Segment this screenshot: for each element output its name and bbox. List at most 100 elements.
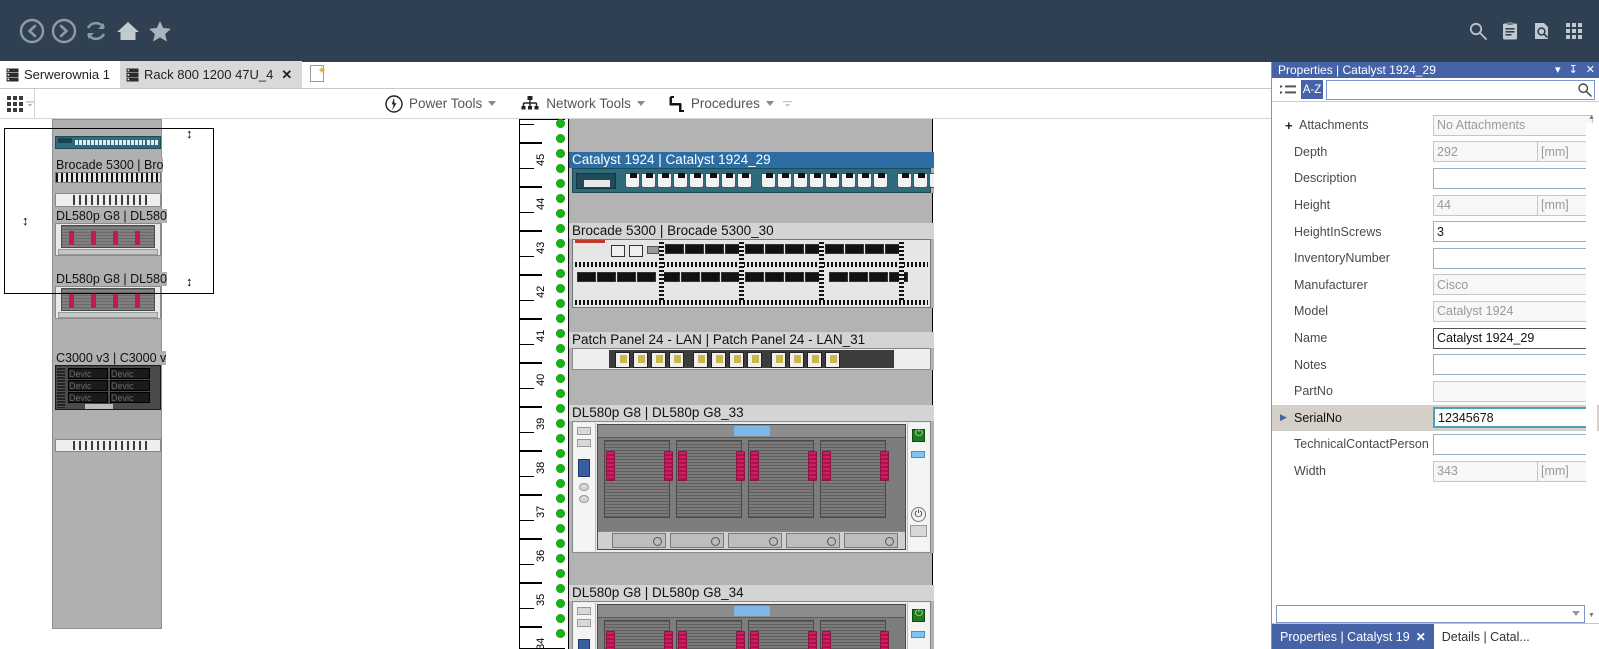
- scroll-track[interactable]: [1586, 123, 1597, 610]
- expand-arrow-icon[interactable]: ▶: [1280, 412, 1294, 423]
- bottom-tab-close-icon[interactable]: ✕: [1416, 630, 1426, 644]
- favorite-star-icon[interactable]: [146, 17, 174, 45]
- minimap-device-c3000[interactable]: Devic Devic Devic Devic Devic Devic: [55, 365, 161, 410]
- viewport-bottom-handle[interactable]: ↕: [186, 274, 193, 289]
- bottom-tab-properties[interactable]: Properties | Catalyst 19 ✕: [1272, 624, 1434, 649]
- overflow-chevron-icon[interactable]: [782, 100, 792, 108]
- property-label: InventoryNumber: [1294, 251, 1390, 266]
- procedures-label: Procedures: [690, 96, 760, 111]
- property-value-name[interactable]: Catalyst 1924_29: [1433, 327, 1593, 349]
- property-row-description[interactable]: Description: [1272, 165, 1599, 192]
- property-row-inventorynumber[interactable]: InventoryNumber: [1272, 245, 1599, 272]
- home-icon[interactable]: [114, 17, 142, 45]
- az-sort-button[interactable]: A-Z: [1301, 80, 1323, 99]
- bottom-tab-details[interactable]: Details | Catal...: [1434, 624, 1538, 649]
- ruler-unit-43: 43: [535, 241, 547, 254]
- minimap-device-patchpanel-2[interactable]: [55, 439, 161, 452]
- properties-scrollbar[interactable]: ▲ ▼: [1586, 112, 1597, 621]
- property-label: HeightInScrews: [1294, 224, 1382, 239]
- power-tools-icon: [385, 94, 403, 113]
- pin-icon[interactable]: ↧: [1569, 64, 1578, 76]
- rack-screw-led-column: [553, 119, 569, 649]
- property-row-partno[interactable]: PartNo: [1272, 378, 1599, 405]
- property-value-notes[interactable]: [1433, 354, 1593, 376]
- device-title: Patch Panel 24 - LAN | Patch Panel 24 - …: [569, 332, 934, 348]
- scroll-up-icon[interactable]: ▲: [1586, 112, 1597, 123]
- property-row-manufacturer[interactable]: Manufacturer Cisco: [1272, 272, 1599, 299]
- chevron-down-icon[interactable]: [765, 101, 774, 106]
- device-graphic-brocade: [569, 239, 934, 308]
- property-label: Attachments: [1299, 118, 1369, 133]
- tab-label: Rack 800 1200 47U_4: [144, 67, 274, 82]
- property-row-width[interactable]: Width 343 [mm]: [1272, 458, 1599, 485]
- rack-device-dl580p-g8-33[interactable]: DL580p G8 | DL580p G8_33 ⏻ ⏻: [569, 405, 934, 553]
- property-unit-height: [mm]: [1538, 194, 1593, 216]
- property-value-inventorynumber[interactable]: [1433, 247, 1593, 269]
- minimap-viewport-rect[interactable]: [4, 128, 214, 294]
- minimize-icon[interactable]: ▾: [1555, 64, 1561, 76]
- chevron-down-icon[interactable]: [1572, 611, 1580, 616]
- search-input[interactable]: [1329, 81, 1577, 98]
- power-tools-menu[interactable]: Power Tools: [373, 94, 508, 113]
- property-value-description[interactable]: [1433, 167, 1593, 189]
- property-row-notes[interactable]: Notes: [1272, 351, 1599, 378]
- property-label: Manufacturer: [1294, 277, 1368, 292]
- new-star-icon: ✦: [317, 65, 327, 77]
- views-grid-button[interactable]: [0, 95, 34, 112]
- properties-bottom-tabs: Properties | Catalyst 19 ✕ Details | Cat…: [1272, 623, 1599, 649]
- viewport-top-handle[interactable]: ↕: [186, 126, 193, 141]
- tab-serwerownia-1[interactable]: Serwerownia 1: [0, 61, 120, 88]
- categorized-view-icon[interactable]: [1278, 81, 1298, 99]
- procedures-menu[interactable]: Procedures: [657, 95, 804, 113]
- back-icon[interactable]: [18, 17, 46, 45]
- clipboard-icon[interactable]: [1499, 20, 1521, 42]
- rack-icon: [126, 68, 139, 81]
- property-label: Name: [1294, 331, 1328, 346]
- property-row-technicalcontactperson[interactable]: TechnicalContactPerson: [1272, 431, 1599, 458]
- rack-device-dl580p-g8-34[interactable]: DL580p G8 | DL580p G8_34: [569, 585, 934, 649]
- network-tools-menu[interactable]: Network Tools: [508, 95, 657, 113]
- new-tab-button[interactable]: ✦: [310, 65, 328, 85]
- property-value-attachments: No Attachments: [1433, 114, 1593, 136]
- properties-search-field[interactable]: [1326, 79, 1595, 100]
- close-icon[interactable]: ✕: [1586, 64, 1595, 76]
- rack-device-patch-panel-24-lan-31[interactable]: Patch Panel 24 - LAN | Patch Panel 24 - …: [569, 332, 934, 370]
- property-row-model[interactable]: Model Catalyst 1924: [1272, 298, 1599, 325]
- magnifier-icon[interactable]: [1577, 82, 1592, 97]
- property-row-heightinscrews[interactable]: HeightInScrews 3: [1272, 218, 1599, 245]
- rack-canvas[interactable]: Brocade 5300 | Bro DL580p G8 | DL580 DL5…: [0, 119, 1271, 649]
- grid-apps-icon[interactable]: [1563, 20, 1585, 42]
- tab-close-icon[interactable]: ✕: [281, 67, 292, 83]
- power-tools-label: Power Tools: [409, 96, 483, 111]
- rack-device-brocade-5300-30[interactable]: Brocade 5300 | Brocade 5300_30: [569, 223, 934, 308]
- chevron-down-icon[interactable]: [636, 101, 645, 106]
- ruler-unit-38: 38: [535, 461, 547, 474]
- properties-title-text: Properties | Catalyst 1924_29: [1278, 63, 1436, 77]
- ruler-unit-36: 36: [535, 549, 547, 562]
- refresh-icon[interactable]: [82, 17, 110, 45]
- forward-icon[interactable]: [50, 17, 78, 45]
- property-label: Width: [1294, 464, 1326, 479]
- search-icon[interactable]: [1467, 20, 1489, 42]
- chevron-down-icon[interactable]: [488, 101, 497, 106]
- property-value-heightinscrews[interactable]: 3: [1433, 221, 1593, 243]
- ruler-unit-41: 41: [535, 329, 547, 342]
- property-row-depth[interactable]: Depth 292 [mm]: [1272, 139, 1599, 166]
- tab-rack-800-1200-47u-4[interactable]: Rack 800 1200 47U_4 ✕: [120, 61, 303, 88]
- property-row-serialno[interactable]: ▶ SerialNo 12345678: [1272, 404, 1599, 432]
- overflow-chevron-icon[interactable]: [26, 100, 34, 108]
- application-window: Serwerownia 1 Rack 800 1200 47U_4 ✕ ✦ Po…: [0, 0, 1599, 649]
- rack-device-catalyst-1924-29[interactable]: Catalyst 1924 | Catalyst 1924_29: [569, 152, 934, 193]
- property-label: Model: [1294, 304, 1329, 319]
- property-row-height[interactable]: Height 44 [mm]: [1272, 192, 1599, 219]
- property-value-technicalcontactperson[interactable]: [1433, 433, 1593, 455]
- property-row-attachments[interactable]: + Attachments No Attachments: [1272, 112, 1599, 139]
- property-value-serialno[interactable]: 12345678: [1433, 407, 1593, 429]
- expand-plus-icon[interactable]: +: [1285, 118, 1299, 133]
- properties-footer-combo[interactable]: [1276, 605, 1585, 623]
- vertical-resize-handle[interactable]: ↕: [22, 213, 29, 228]
- properties-rows[interactable]: + Attachments No Attachments Depth 292 […: [1272, 108, 1599, 623]
- property-row-name[interactable]: Name Catalyst 1924_29: [1272, 325, 1599, 352]
- document-search-icon[interactable]: [1531, 20, 1553, 42]
- scroll-down-icon[interactable]: ▼: [1586, 610, 1597, 621]
